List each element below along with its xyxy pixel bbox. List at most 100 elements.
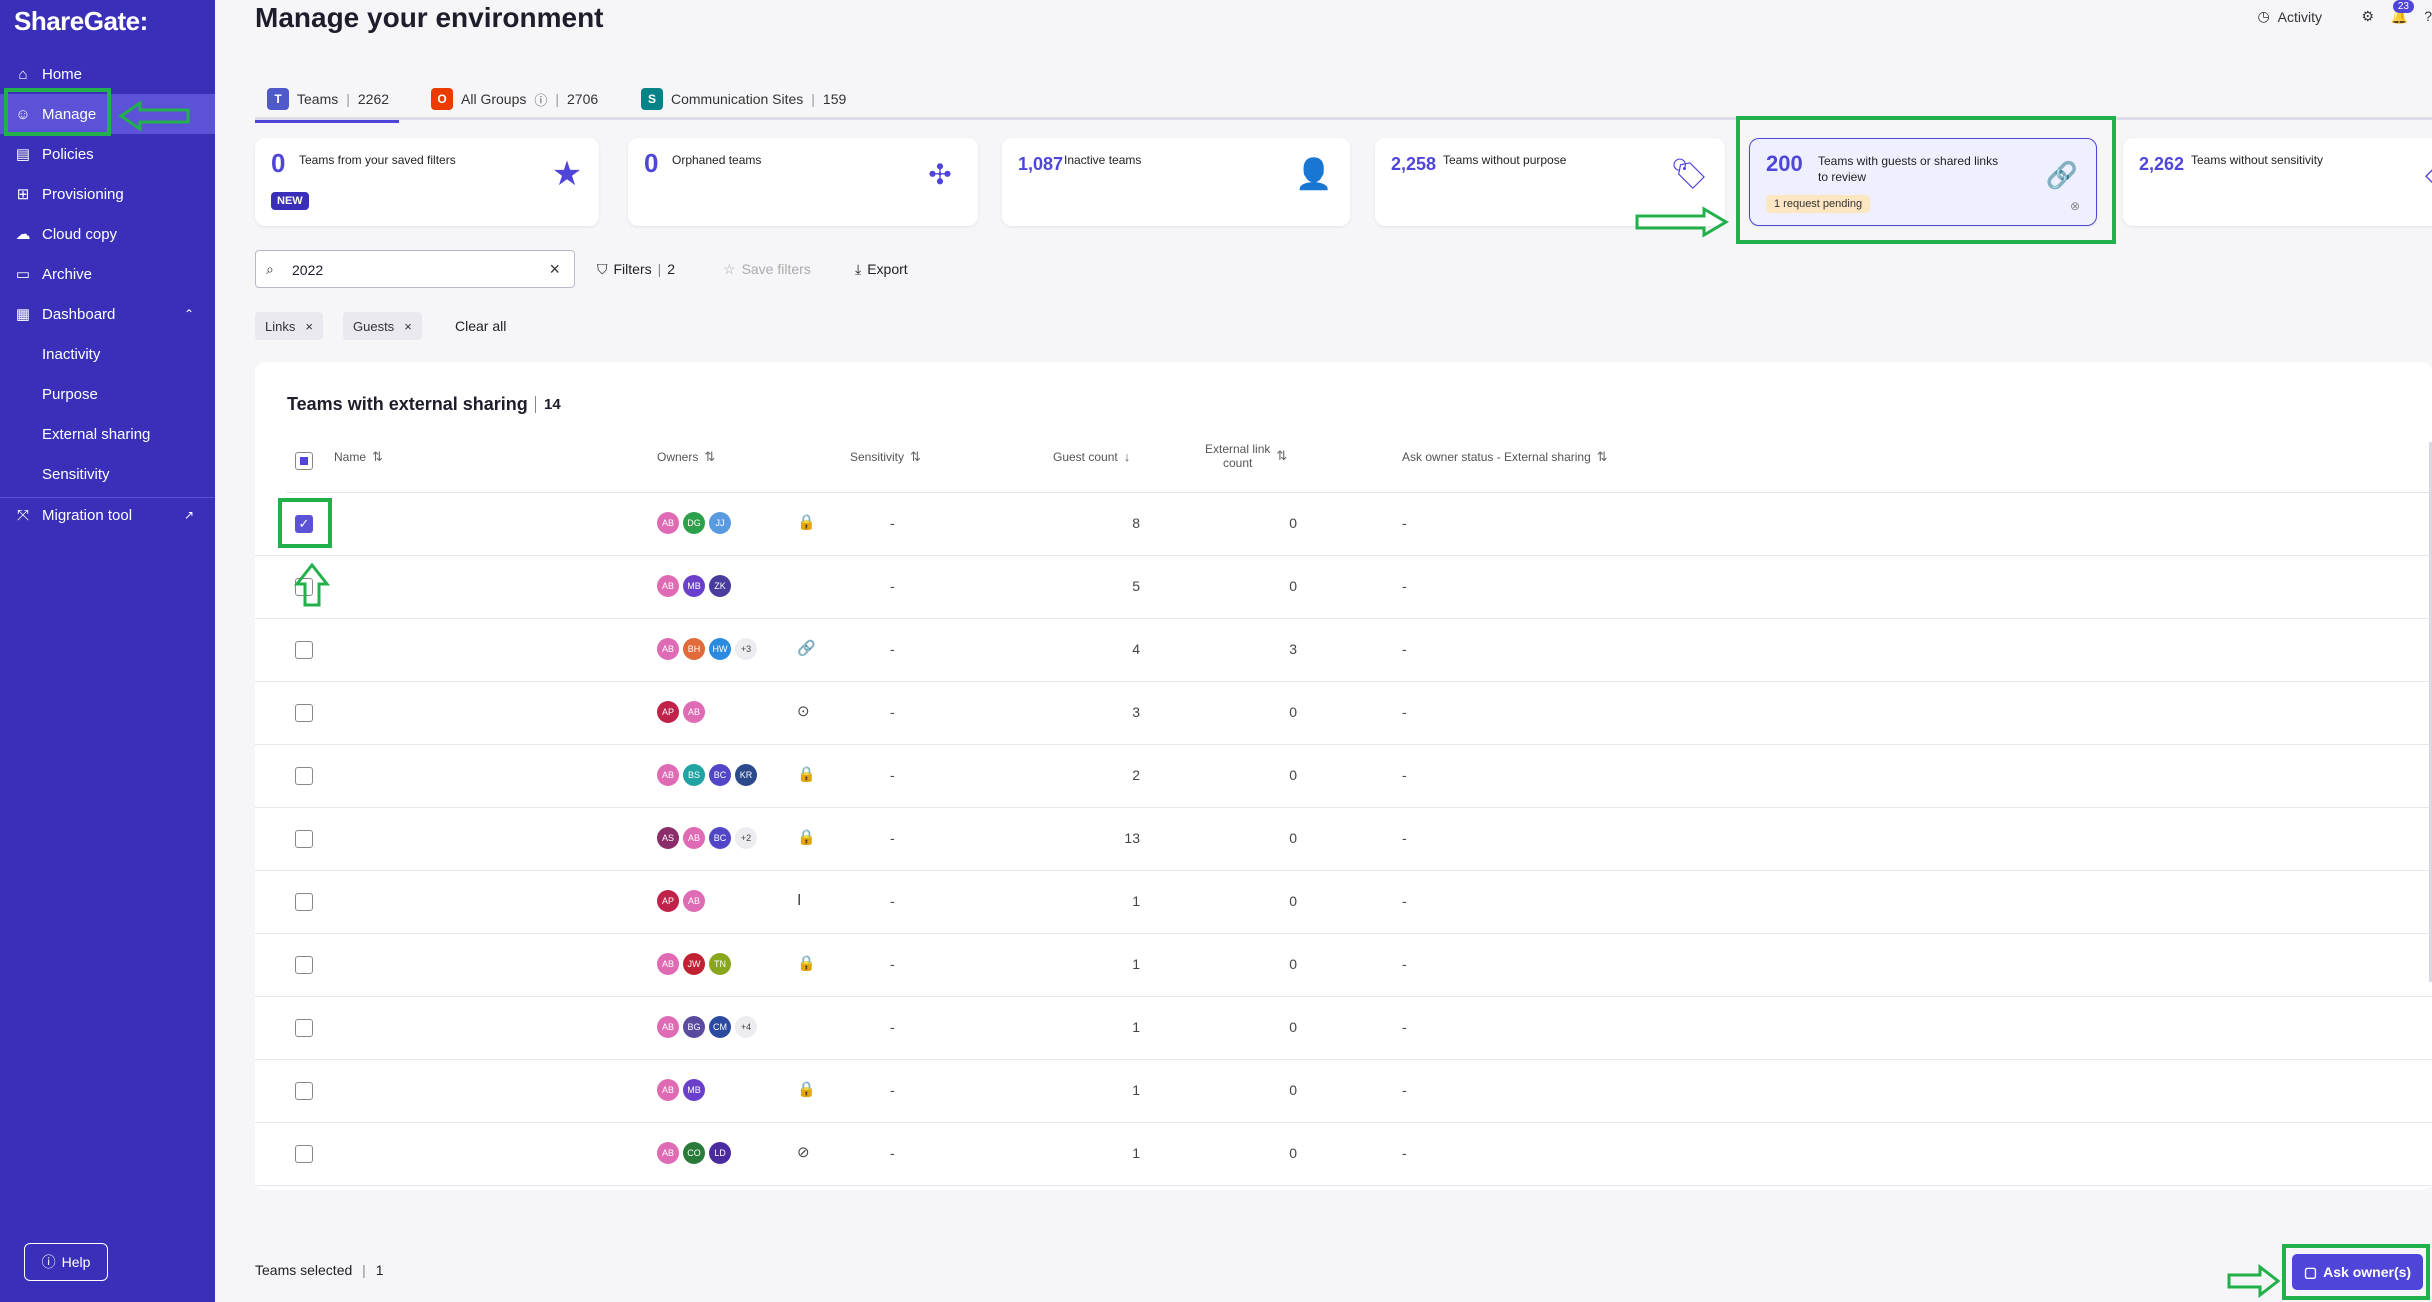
- remove-chip-icon[interactable]: ×: [404, 319, 412, 334]
- info-icon[interactable]: ⓘ: [534, 90, 547, 109]
- avatar[interactable]: BC: [709, 764, 731, 786]
- avatar[interactable]: +3: [735, 638, 757, 660]
- row-checkbox[interactable]: [295, 1145, 313, 1163]
- table-row[interactable]: AB BG CM +4 - 1 0 -: [255, 997, 2432, 1060]
- avatar[interactable]: AB: [657, 764, 679, 786]
- avatar[interactable]: +4: [735, 1016, 757, 1038]
- card-inactive-teams[interactable]: 1,087 Inactive teams 👤: [1002, 138, 1350, 226]
- sidebar-item-provisioning[interactable]: ⊞ Provisioning: [0, 174, 215, 214]
- search-input[interactable]: ⌕ 2022 ×: [255, 250, 575, 288]
- column-header-guest-count[interactable]: Guest count ↓: [1053, 450, 1130, 465]
- table-row[interactable]: ✓ 🔒 AB DG JJ - 8 0 -: [255, 493, 2432, 556]
- row-checkbox[interactable]: [295, 767, 313, 785]
- card-teams-without-purpose[interactable]: 2,258 Teams without purpose 🏷: [1375, 138, 1725, 226]
- card-saved-filters[interactable]: 0 Teams from your saved filters NEW ★: [255, 138, 599, 226]
- table-row[interactable]: AB MB ZK - 5 0 -: [255, 556, 2432, 619]
- avatar[interactable]: ZK: [709, 575, 731, 597]
- avatar[interactable]: MB: [683, 575, 705, 597]
- sidebar-item-migration-tool[interactable]: ⤧ Migration tool ↗: [0, 495, 215, 535]
- sidebar-item-manage[interactable]: ☺ Manage: [0, 94, 215, 134]
- avatar[interactable]: BC: [709, 827, 731, 849]
- table-row[interactable]: 🔒 AB JW TN - 1 0 -: [255, 934, 2432, 997]
- sidebar-item-purpose[interactable]: Purpose: [0, 374, 215, 414]
- sidebar-item-dashboard[interactable]: ▦ Dashboard ⌃: [0, 294, 215, 334]
- help-circle-icon[interactable]: ?: [2424, 8, 2432, 24]
- filters-button[interactable]: ⛉ Filters | 2: [597, 250, 675, 288]
- tab-all-groups[interactable]: O All Groups ⓘ | 2706: [431, 78, 598, 120]
- row-checkbox[interactable]: [295, 578, 313, 596]
- sharegate-logo[interactable]: ShareGate:: [14, 6, 148, 37]
- row-checkbox[interactable]: [295, 1082, 313, 1100]
- avatar[interactable]: TN: [709, 953, 731, 975]
- filter-chip-links[interactable]: Links ×: [255, 312, 323, 340]
- avatar[interactable]: CO: [683, 1142, 705, 1164]
- avatar[interactable]: LD: [709, 1142, 731, 1164]
- avatar[interactable]: BG: [683, 1016, 705, 1038]
- help-button[interactable]: ⓘ Help: [24, 1243, 108, 1281]
- row-checkbox[interactable]: [295, 893, 313, 911]
- ask-owners-button[interactable]: ▢ Ask owner(s): [2292, 1254, 2423, 1290]
- row-checkbox[interactable]: [295, 1019, 313, 1037]
- avatar[interactable]: AS: [657, 827, 679, 849]
- row-checkbox[interactable]: ✓: [295, 515, 313, 533]
- column-header-owners[interactable]: Owners ⇅: [657, 450, 715, 465]
- avatar[interactable]: HW: [709, 638, 731, 660]
- avatar[interactable]: AB: [683, 701, 705, 723]
- sidebar-item-archive[interactable]: ▭ Archive: [0, 254, 215, 294]
- close-circle-icon[interactable]: ⊗: [2070, 199, 2080, 213]
- avatar[interactable]: AP: [657, 890, 679, 912]
- remove-chip-icon[interactable]: ×: [305, 319, 313, 334]
- avatar[interactable]: AB: [657, 1016, 679, 1038]
- table-row[interactable]: 🔗 AB BH HW +3 - 4 3 -: [255, 619, 2432, 682]
- avatar[interactable]: AB: [657, 953, 679, 975]
- avatar[interactable]: AP: [657, 701, 679, 723]
- card-guests-shared-links[interactable]: 200 Teams with guests or shared links to…: [1749, 138, 2097, 226]
- sidebar-item-external-sharing[interactable]: External sharing: [0, 414, 215, 454]
- avatar[interactable]: MB: [683, 1079, 705, 1101]
- tab-communication-sites[interactable]: S Communication Sites | 159: [641, 78, 846, 120]
- avatar[interactable]: KR: [735, 764, 757, 786]
- column-header-name[interactable]: Name ⇅: [334, 450, 383, 465]
- table-row[interactable]: ⊘ AB CO LD - 1 0 -: [255, 1123, 2432, 1186]
- settings-gear-icon[interactable]: ⚙: [2361, 8, 2374, 25]
- tab-teams[interactable]: T Teams | 2262: [255, 78, 399, 123]
- avatar[interactable]: +2: [735, 827, 757, 849]
- card-orphaned-teams[interactable]: 0 Orphaned teams ✣: [628, 138, 978, 226]
- avatar[interactable]: AB: [657, 1142, 679, 1164]
- row-checkbox[interactable]: [295, 830, 313, 848]
- row-checkbox[interactable]: [295, 956, 313, 974]
- table-row[interactable]: 🔒 AS AB BC +2 - 13 0 -: [255, 808, 2432, 871]
- avatar[interactable]: DG: [683, 512, 705, 534]
- sidebar-item-cloud-copy[interactable]: ☁ Cloud copy: [0, 214, 215, 254]
- avatar[interactable]: AB: [657, 638, 679, 660]
- avatar[interactable]: JJ: [709, 512, 731, 534]
- export-button[interactable]: ⤓ Export: [855, 250, 908, 288]
- save-filters-button[interactable]: ☆ Save filters: [723, 250, 811, 288]
- row-checkbox[interactable]: [295, 641, 313, 659]
- avatar[interactable]: AB: [657, 575, 679, 597]
- row-checkbox[interactable]: [295, 704, 313, 722]
- clear-search-icon[interactable]: ×: [549, 259, 560, 280]
- filter-chip-guests[interactable]: Guests ×: [343, 312, 422, 340]
- avatar[interactable]: BS: [683, 764, 705, 786]
- avatar[interactable]: AB: [657, 1079, 679, 1101]
- select-all-checkbox[interactable]: [295, 452, 313, 470]
- column-header-sensitivity[interactable]: Sensitivity ⇅: [850, 450, 921, 465]
- sidebar-item-home[interactable]: ⌂ Home: [0, 54, 215, 94]
- column-header-external-link-count[interactable]: External link count ⇅: [1205, 442, 1287, 470]
- sidebar-item-sensitivity[interactable]: Sensitivity: [0, 454, 215, 494]
- table-row[interactable]: Ⅰ AP AB - 1 0 -: [255, 871, 2432, 934]
- table-row[interactable]: 🔒 AB BS BC KR - 2 0 -: [255, 745, 2432, 808]
- avatar[interactable]: JW: [683, 953, 705, 975]
- avatar[interactable]: AB: [683, 890, 705, 912]
- sidebar-item-policies[interactable]: ▤ Policies: [0, 134, 215, 174]
- sidebar-item-inactivity[interactable]: Inactivity: [0, 334, 215, 374]
- activity-button[interactable]: ◷ Activity: [2257, 8, 2322, 25]
- avatar[interactable]: BH: [683, 638, 705, 660]
- avatar[interactable]: AB: [657, 512, 679, 534]
- clear-all-button[interactable]: Clear all: [455, 312, 506, 340]
- table-row[interactable]: 🔒 AB MB - 1 0 -: [255, 1060, 2432, 1123]
- card-teams-without-sensitivity[interactable]: 2,262 Teams without sensitivity ◇: [2123, 138, 2432, 226]
- column-header-ask-owner-status[interactable]: Ask owner status - External sharing ⇅: [1402, 450, 1608, 465]
- table-row[interactable]: ⊙ AP AB - 3 0 -: [255, 682, 2432, 745]
